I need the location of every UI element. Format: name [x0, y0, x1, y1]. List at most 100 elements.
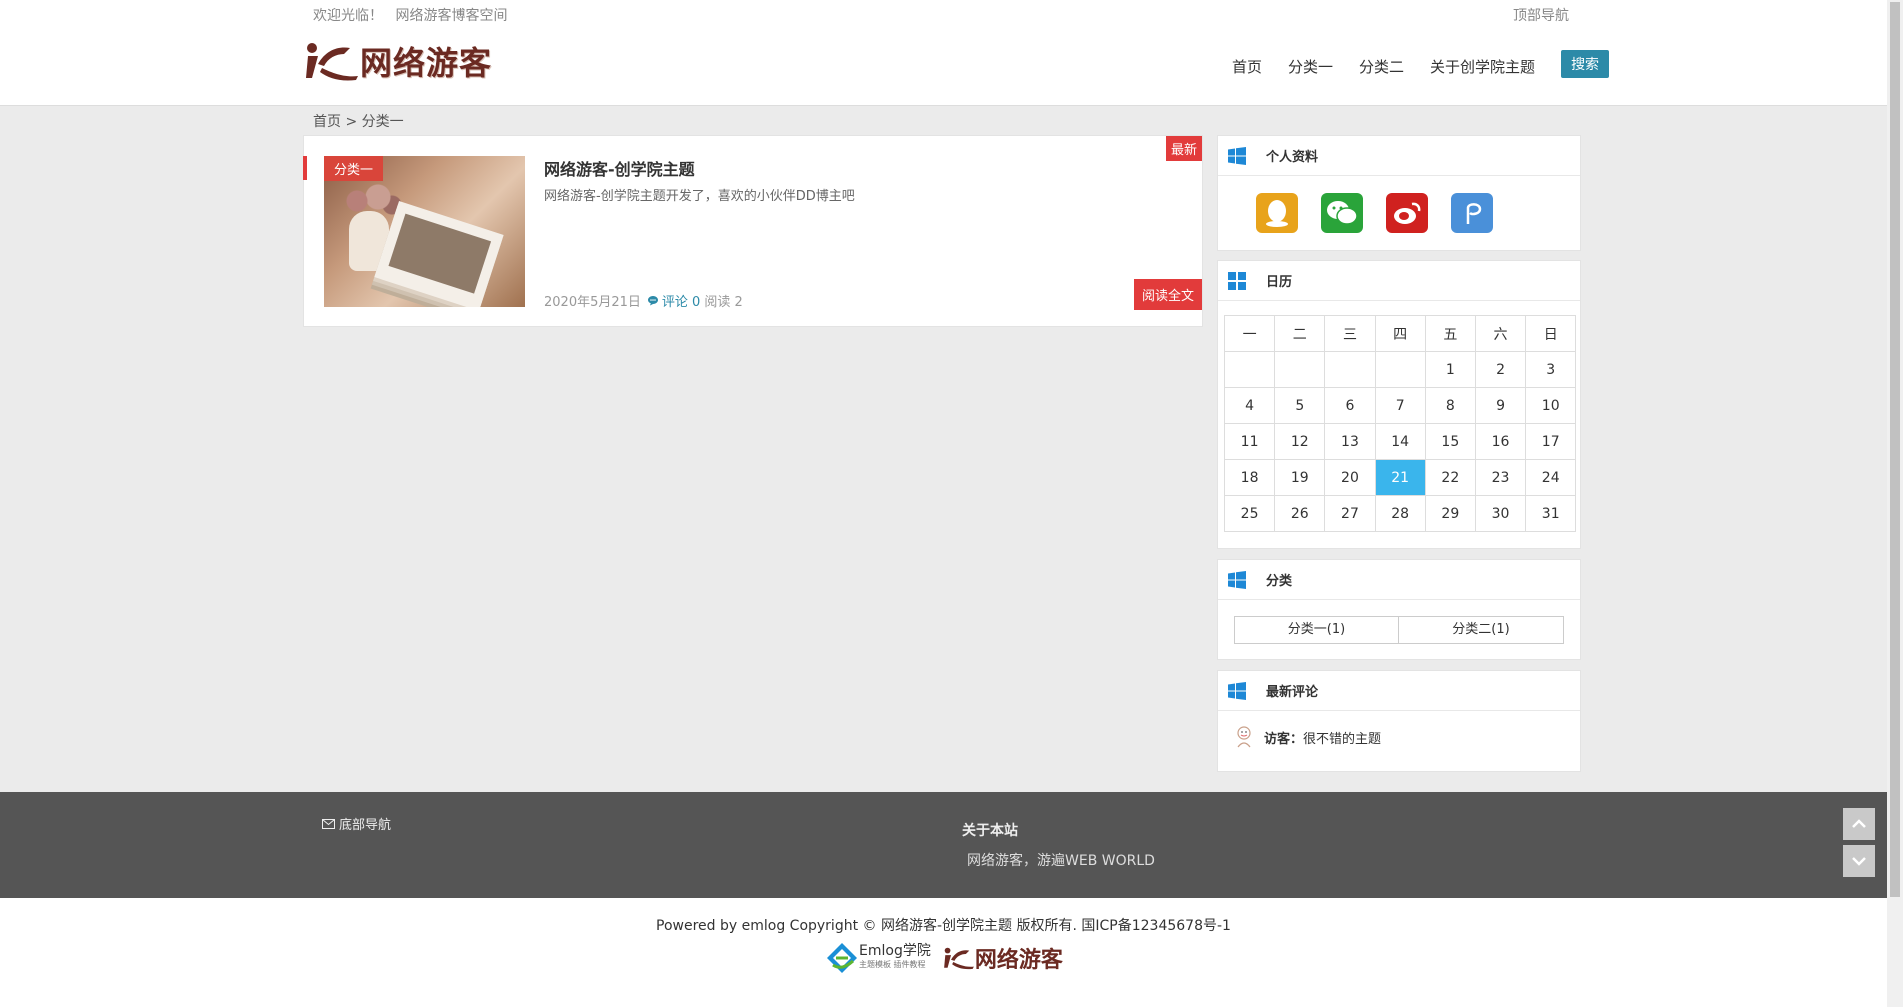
breadcrumb-separator: > — [345, 114, 358, 130]
nav-item-category-2[interactable]: 分类二 — [1359, 56, 1404, 77]
category-link-1[interactable]: 分类一(1) — [1234, 616, 1399, 644]
day-cell: 1 — [1424, 351, 1476, 388]
welcome-bar: 欢迎光临！ 网络游客博客空间 — [313, 5, 515, 25]
widget-title: 最新评论 — [1266, 685, 1319, 700]
post-meta: 2020年5月21日 评论 0 阅读 2 — [544, 291, 743, 310]
search-button[interactable]: 搜索 — [1561, 50, 1610, 78]
calendar-header-row: 一 二 三 四 五 六 日 — [1223, 315, 1577, 352]
widget-title: 个人资料 — [1266, 150, 1319, 165]
calendar-week-row: 4 5 6 7 8 9 10 — [1223, 387, 1577, 424]
footer-logos: Emlog学院 主题模板 插件教程 网络游客 — [825, 941, 1063, 975]
logo-text: 网络游客 — [360, 44, 493, 82]
day-cell: 13 — [1324, 423, 1376, 460]
bottom-nav-link[interactable]: 底部导航 — [322, 814, 391, 833]
day-cell: 20 — [1324, 459, 1376, 496]
day-cell: 25 — [1223, 495, 1276, 532]
thumbnail-photos — [374, 200, 504, 307]
category-widget: 分类 分类一(1) 分类二(1) — [1217, 559, 1581, 660]
nav-item-about[interactable]: 关于创学院主题 — [1430, 56, 1535, 77]
breadcrumb: 首页 > 分类一 — [313, 111, 404, 131]
weekday-cell: 五 — [1424, 315, 1476, 352]
chevron-up-icon — [1852, 819, 1866, 828]
widget-title: 分类 — [1266, 574, 1293, 589]
nav-item-category-1[interactable]: 分类一 — [1288, 56, 1333, 77]
widget-header: 分类 — [1218, 560, 1580, 600]
qq-icon[interactable] — [1256, 193, 1298, 233]
post-comments-count: 评论 0 — [661, 295, 701, 310]
site-header: 欢迎光临！ 网络游客博客空间 顶部导航 网络游客 首页 分类一 分类二 关于创学… — [0, 0, 1887, 106]
pay-icon[interactable] — [1451, 193, 1493, 233]
day-cell: 12 — [1274, 423, 1326, 460]
comment-item[interactable]: 访客： 很不错的主题 — [1234, 725, 1580, 749]
weibo-icon[interactable] — [1386, 193, 1428, 233]
post-description: 网络游客-创学院主题开发了，喜欢的小伙伴DD博主吧 — [544, 189, 855, 204]
wechat-icon[interactable] — [1321, 193, 1363, 233]
comment-icon — [647, 296, 658, 306]
day-cell: 31 — [1525, 495, 1577, 532]
page-scrollbar[interactable] — [1887, 0, 1903, 1007]
day-cell: 5 — [1274, 387, 1326, 424]
day-cell — [1223, 351, 1276, 388]
day-cell: 16 — [1474, 423, 1527, 460]
day-cell: 28 — [1374, 495, 1426, 532]
category-list: 分类一(1) 分类二(1) — [1234, 616, 1580, 644]
calendar-widget: 日历 一 二 三 四 五 六 日 1 2 3 4 5 6 7 8 9 10 11… — [1217, 260, 1581, 549]
day-cell: 27 — [1324, 495, 1376, 532]
scroll-bottom-button[interactable] — [1843, 845, 1875, 877]
weekday-cell: 二 — [1274, 315, 1326, 352]
new-badge: 最新 — [1165, 136, 1202, 161]
day-cell — [1324, 351, 1376, 388]
windows-icon — [1228, 146, 1246, 165]
bottom-nav-label: 底部导航 — [339, 818, 392, 833]
scroll-top-button[interactable] — [1843, 808, 1875, 840]
calendar-week-row: 18 19 20 21 22 23 24 — [1223, 459, 1577, 496]
read-more-button[interactable]: 阅读全文 — [1133, 279, 1202, 310]
weekday-cell: 一 — [1223, 315, 1276, 352]
social-links — [1218, 176, 1580, 233]
day-cell: 18 — [1223, 459, 1276, 496]
windows-icon — [1228, 271, 1246, 290]
day-cell: 24 — [1525, 459, 1577, 496]
day-cell: 3 — [1525, 351, 1577, 388]
emlog-logo-text: Emlog学院 — [859, 943, 931, 959]
footer-copyright: Powered by emlog Copyright © 网络游客-创学院主题 … — [0, 898, 1887, 1007]
day-cell: 11 — [1223, 423, 1276, 460]
windows-icon — [1228, 570, 1246, 589]
widget-header: 日历 — [1218, 261, 1580, 301]
emlog-logo[interactable]: Emlog学院 主题模板 插件教程 — [825, 941, 931, 975]
day-cell: 23 — [1474, 459, 1527, 496]
comment-author: 访客： — [1264, 731, 1304, 747]
day-cell — [1274, 351, 1326, 388]
day-cell: 4 — [1223, 387, 1276, 424]
post-category-badge[interactable]: 分类一 — [324, 156, 384, 181]
post-comments-link[interactable]: 评论 0 — [647, 291, 700, 310]
post-reads: 阅读 2 — [704, 295, 743, 310]
category-link-2[interactable]: 分类二(1) — [1399, 616, 1564, 644]
top-nav-link[interactable]: 顶部导航 — [1513, 5, 1569, 25]
day-cell-today[interactable]: 21 — [1374, 459, 1426, 496]
nav-item-home[interactable]: 首页 — [1232, 56, 1262, 77]
breadcrumb-home[interactable]: 首页 — [313, 114, 341, 130]
footer-site-logo[interactable]: 网络游客 — [943, 942, 1063, 974]
day-cell: 26 — [1274, 495, 1326, 532]
weekday-cell: 四 — [1374, 315, 1426, 352]
day-cell: 10 — [1525, 387, 1577, 424]
breadcrumb-current: 分类一 — [361, 114, 404, 130]
weekday-cell: 日 — [1525, 315, 1577, 352]
day-cell: 29 — [1424, 495, 1476, 532]
weekday-cell: 六 — [1474, 315, 1527, 352]
widget-title: 日历 — [1266, 275, 1293, 290]
main-nav: 首页 分类一 分类二 关于创学院主题 搜索 — [1232, 50, 1610, 80]
post-title[interactable]: 网络游客-创学院主题 — [544, 156, 695, 180]
site-logo[interactable]: 网络游客 — [304, 40, 492, 82]
post-accent-bar — [303, 156, 307, 180]
calendar-week-row: 1 2 3 — [1223, 351, 1577, 388]
widget-header: 最新评论 — [1218, 671, 1580, 711]
chevron-down-icon — [1852, 857, 1866, 866]
day-cell: 7 — [1374, 387, 1426, 424]
scrollbar-thumb[interactable] — [1890, 2, 1900, 897]
avatar — [1237, 726, 1251, 748]
day-cell: 22 — [1424, 459, 1476, 496]
day-cell: 15 — [1424, 423, 1476, 460]
latest-comments-widget: 最新评论 访客： 很不错的主题 — [1217, 670, 1581, 772]
